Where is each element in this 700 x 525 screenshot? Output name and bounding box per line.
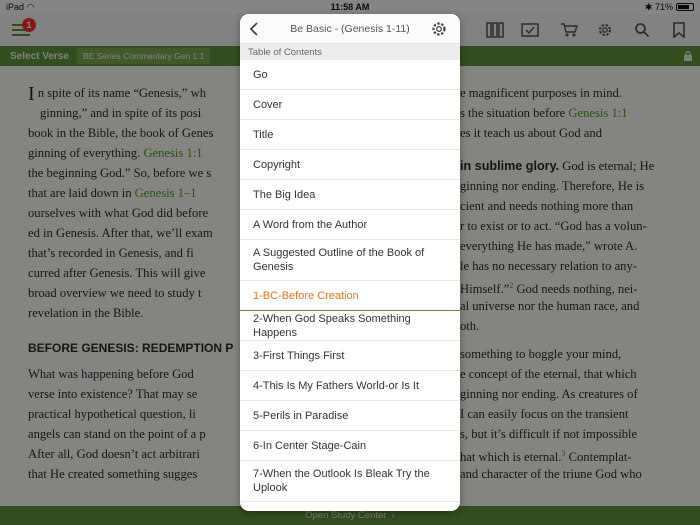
status-bar: iPad ◠ 11:58 AM ✱ 71%: [0, 0, 700, 14]
text-line: s the situation before Genesis 1:1: [460, 106, 628, 120]
resource-tag[interactable]: BE Series Commentary Gen 1:1: [76, 48, 211, 64]
toc-item[interactable]: Go: [240, 60, 460, 90]
text-line: e magnificent purposes in mind.: [460, 86, 622, 100]
battery-icon: [676, 3, 694, 12]
toc-list: Go Cover Title Copyright The Big Idea A Word …: [240, 60, 460, 502]
toc-item[interactable]: 2-When God Speaks Something Happens: [240, 311, 460, 341]
text-line: that are laid down in Genesis 1–1: [28, 186, 197, 200]
text-line: oth.: [460, 319, 480, 333]
notification-badge: 1: [22, 18, 36, 32]
verse-link[interactable]: Genesis 1–1: [135, 186, 197, 200]
text-line: that He created something sugges: [28, 467, 198, 481]
toc-item[interactable]: Cover: [240, 90, 460, 120]
text-line: broad overview we need to study t: [28, 286, 202, 300]
text-line: the beginning God.” So, before we s: [28, 166, 212, 180]
table-of-contents-popover: Be Basic - (Genesis 1-11) Table of Conte…: [240, 14, 460, 511]
toc-item[interactable]: 4-This Is My Fathers World-or Is It: [240, 371, 460, 401]
verse-link[interactable]: Genesis 1:1: [568, 106, 627, 120]
toc-item[interactable]: A Suggested Outline of the Book of Genes…: [240, 240, 460, 281]
text-line: I can easily focus on the transient: [460, 407, 629, 421]
app-screen: iPad ◠ 11:58 AM ✱ 71% 1 Select Verse BE …: [0, 0, 700, 525]
popover-header: Be Basic - (Genesis 1-11): [240, 14, 460, 44]
text-line: e concept of the eternal, that which: [460, 367, 637, 381]
text-line: curred after Genesis. This will give: [28, 266, 206, 280]
text-line: al universe nor the human race, and: [460, 299, 640, 313]
toc-item[interactable]: 6-In Center Stage-Cain: [240, 431, 460, 461]
device-label: iPad ◠: [6, 1, 35, 12]
text-line: s, but it’s difficult if not impossible: [460, 427, 638, 441]
text-line: After all, God doesn’t act arbitrari: [28, 447, 200, 461]
search-icon[interactable]: [631, 19, 653, 41]
toc-item[interactable]: 3-First Things First: [240, 341, 460, 371]
text-line: that’s recorded in Genesis, and fi: [28, 246, 194, 260]
toc-item[interactable]: Title: [240, 120, 460, 150]
text-line: verse into existence? That may se: [28, 387, 198, 401]
battery-indicator: ✱ 71%: [645, 2, 694, 13]
text-line: ginning nor ending. Therefore, He is: [460, 179, 645, 193]
text-line: ginning,” and in spite of its posi: [40, 106, 202, 120]
reading-plan-icon[interactable]: [519, 19, 541, 41]
text-line: ed in Genesis. After that, we’ll exam: [28, 226, 213, 240]
text-line: in sublime glory. God is eternal; He: [460, 159, 655, 173]
text-line: ginning of everything. Genesis 1:1: [28, 146, 203, 160]
back-icon[interactable]: [246, 20, 264, 38]
text-line: le has no necessary relation to any-: [460, 259, 637, 273]
text-line: practical hypothetical question, li: [28, 407, 196, 421]
toc-section-header: Table of Contents: [240, 44, 460, 60]
text-line: r to exist or to act. “God has a volun-: [460, 219, 647, 233]
bookmark-icon[interactable]: [668, 19, 690, 41]
gear-icon[interactable]: [430, 20, 448, 38]
library-icon[interactable]: [484, 19, 506, 41]
popover-title: Be Basic - (Genesis 1-11): [290, 22, 410, 35]
toc-item[interactable]: Copyright: [240, 150, 460, 180]
bluetooth-icon: ✱: [644, 1, 653, 12]
text-line: and character of the triune God who: [460, 467, 642, 481]
text-line: something to boggle your mind,: [460, 347, 622, 361]
chevron-left-icon: ‹: [391, 510, 395, 521]
text-line: I n spite of its name “Genesis,” wh: [28, 83, 207, 105]
text-line: revelation in the Bible.: [28, 306, 144, 320]
toc-item[interactable]: 5-Perils in Paradise: [240, 401, 460, 431]
toc-item[interactable]: 7-When the Outlook Is Bleak Try the Uplo…: [240, 461, 460, 502]
toc-item[interactable]: A Word from the Author: [240, 210, 460, 240]
toc-item[interactable]: 1-BC-Before Creation: [240, 281, 460, 311]
text-line: What was happening before God: [28, 367, 194, 381]
text-line: ourselves with what God did before: [28, 206, 209, 220]
section-heading: BEFORE GENESIS: REDEMPTION P: [28, 341, 234, 355]
cart-icon[interactable]: [558, 19, 580, 41]
text-line: angels can stand on the point of a p: [28, 427, 206, 441]
text-line: cient and needs nothing more than: [460, 199, 634, 213]
settings-icon[interactable]: [594, 19, 616, 41]
status-time: 11:58 AM: [330, 2, 370, 12]
text-line: es it teach us about God and: [460, 126, 602, 140]
verse-link[interactable]: Genesis 1:1: [143, 146, 202, 160]
text-line: ginning nor ending. As creatures of: [460, 387, 638, 401]
lock-icon[interactable]: [682, 50, 694, 62]
select-verse-button[interactable]: Select Verse: [10, 51, 69, 62]
text-line: book in the Bible, the book of Genes: [28, 126, 214, 140]
toc-item[interactable]: The Big Idea: [240, 180, 460, 210]
drop-cap: I: [28, 83, 35, 105]
text-line: everything He has made,” wrote A.: [460, 239, 638, 253]
